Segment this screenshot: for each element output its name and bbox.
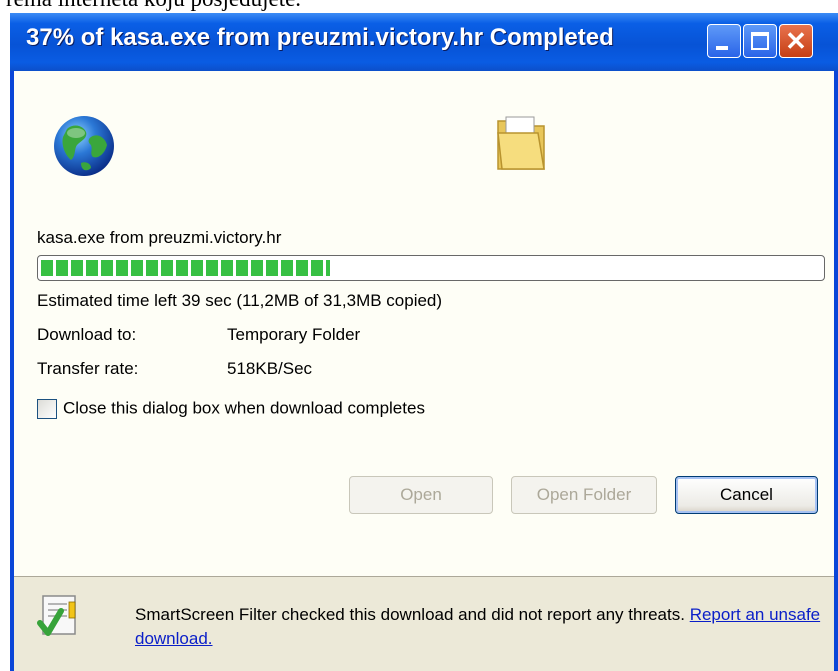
transfer-rate-row: Transfer rate: 518KB/Sec [37, 359, 312, 379]
close-on-complete-label[interactable]: Close this dialog box when download comp… [63, 399, 425, 418]
smartscreen-check-icon [37, 595, 76, 636]
cancel-button[interactable]: Cancel [675, 476, 818, 514]
dialog-body: kasa.exe from preuzmi.victory.hr Estimat… [14, 71, 834, 671]
download-to-value: Temporary Folder [227, 325, 361, 344]
download-progress-bar [37, 255, 825, 281]
download-progress-fill [41, 260, 330, 276]
download-to-row: Download to: Temporary Folder [37, 325, 360, 345]
smartscreen-message-text: SmartScreen Filter checked this download… [135, 605, 685, 624]
transfer-rate-value: 518KB/Sec [227, 359, 313, 378]
globe-icon [54, 116, 114, 176]
minimize-button[interactable] [707, 24, 741, 58]
divider [14, 576, 834, 577]
close-button[interactable]: ✕ [779, 24, 813, 58]
close-on-complete-option[interactable]: Close this dialog box when download comp… [37, 398, 425, 419]
open-button[interactable]: Open [349, 476, 493, 514]
background-page-text: rema interneta koju posjedujete. [6, 0, 301, 12]
minimize-icon [716, 46, 728, 50]
open-folder-button[interactable]: Open Folder [511, 476, 657, 514]
download-dialog: 37% of kasa.exe from preuzmi.victory.hr … [10, 13, 838, 671]
estimated-time-row: Estimated time left 39 sec (11,2MB of 31… [37, 291, 442, 311]
maximize-button[interactable] [743, 24, 777, 58]
close-on-complete-checkbox[interactable] [37, 398, 57, 419]
close-icon: ✕ [785, 26, 807, 56]
window-title: 37% of kasa.exe from preuzmi.victory.hr … [26, 24, 614, 51]
estimated-time-label: Estimated time left [37, 291, 177, 310]
smartscreen-message: SmartScreen Filter checked this download… [135, 603, 834, 651]
transfer-rate-label: Transfer rate: [37, 359, 139, 378]
estimated-time-value: 39 sec (11,2MB of 31,3MB copied) [181, 291, 443, 310]
maximize-icon [751, 32, 769, 50]
download-panel: kasa.exe from preuzmi.victory.hr Estimat… [14, 71, 834, 576]
title-bar[interactable]: 37% of kasa.exe from preuzmi.victory.hr … [10, 13, 838, 71]
download-to-label: Download to: [37, 325, 137, 344]
folder-icon [497, 116, 545, 170]
download-file-label: kasa.exe from preuzmi.victory.hr [37, 228, 282, 247]
